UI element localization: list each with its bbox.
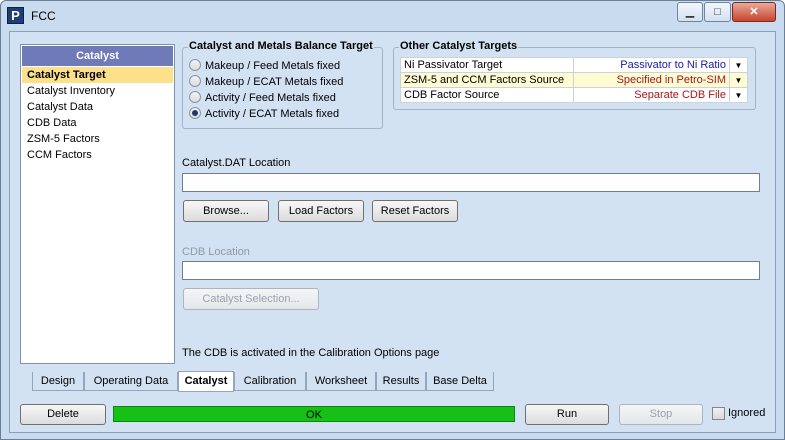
- balance-target-legend: Catalyst and Metals Balance Target: [188, 40, 374, 52]
- app-icon: P: [7, 7, 24, 24]
- other-targets-group: Other Catalyst Targets Ni Passivator Tar…: [393, 40, 756, 110]
- radio-label: Makeup / ECAT Metals fixed: [205, 76, 344, 88]
- minimize-button[interactable]: ▁: [677, 2, 703, 22]
- radio-button-icon: [189, 75, 201, 87]
- radio-activity-feed[interactable]: Activity / Feed Metals fixed: [189, 90, 336, 106]
- tab-worksheet[interactable]: Worksheet: [306, 372, 376, 391]
- catalyst-nav-panel: Catalyst Catalyst Target Catalyst Invent…: [20, 44, 175, 364]
- maximize-icon: □: [714, 6, 721, 18]
- radio-button-selected-icon: [189, 107, 201, 119]
- chevron-down-icon[interactable]: ▼: [729, 87, 748, 103]
- ignored-label: Ignored: [728, 407, 766, 419]
- nav-item-ccm-factors[interactable]: CCM Factors: [22, 147, 173, 163]
- radio-button-icon: [189, 91, 201, 103]
- radio-label: Activity / Feed Metals fixed: [205, 92, 336, 104]
- tab-design[interactable]: Design: [32, 372, 84, 391]
- tab-base-delta[interactable]: Base Delta: [426, 372, 494, 391]
- maximize-button[interactable]: □: [704, 2, 731, 22]
- nav-item-catalyst-inventory[interactable]: Catalyst Inventory: [22, 83, 173, 99]
- radio-label: Activity / ECAT Metals fixed: [205, 108, 340, 120]
- run-button[interactable]: Run: [525, 404, 609, 425]
- tab-results[interactable]: Results: [376, 372, 426, 391]
- target-label: Ni Passivator Target: [400, 57, 574, 73]
- catalyst-selection-button[interactable]: Catalyst Selection...: [183, 288, 319, 310]
- radio-label: Makeup / Feed Metals fixed: [205, 60, 341, 72]
- chevron-down-icon[interactable]: ▼: [729, 72, 748, 88]
- reset-factors-button[interactable]: Reset Factors: [372, 200, 458, 222]
- fcc-window: P FCC ▁ □ ✕ Catalyst Catalyst Target Cat…: [0, 0, 785, 440]
- status-bar: OK: [113, 406, 515, 422]
- target-row-cdb-factor: CDB Factor Source Separate CDB File ▼: [400, 87, 748, 103]
- browse-button[interactable]: Browse...: [183, 200, 269, 222]
- target-label: ZSM-5 and CCM Factors Source: [400, 72, 574, 88]
- nav-item-zsm5-factors[interactable]: ZSM-5 Factors: [22, 131, 173, 147]
- tab-calibration[interactable]: Calibration: [234, 372, 306, 391]
- target-value[interactable]: Passivator to Ni Ratio: [573, 57, 730, 73]
- cdb-location-label: CDB Location: [182, 246, 250, 258]
- ignored-checkbox[interactable]: [712, 407, 725, 420]
- nav-item-catalyst-data[interactable]: Catalyst Data: [22, 99, 173, 115]
- minimize-icon: ▁: [685, 6, 695, 18]
- target-value[interactable]: Separate CDB File: [573, 87, 730, 103]
- catalyst-dat-location-input[interactable]: [182, 173, 760, 192]
- load-factors-button[interactable]: Load Factors: [278, 200, 364, 222]
- radio-makeup-feed[interactable]: Makeup / Feed Metals fixed: [189, 58, 340, 74]
- nav-header: Catalyst: [22, 46, 173, 66]
- close-button[interactable]: ✕: [732, 2, 776, 22]
- target-value[interactable]: Specified in Petro-SIM: [573, 72, 730, 88]
- catalyst-dat-label: Catalyst.DAT Location: [182, 157, 291, 169]
- target-row-zsm5-ccm: ZSM-5 and CCM Factors Source Specified i…: [400, 72, 748, 88]
- nav-item-cdb-data[interactable]: CDB Data: [22, 115, 173, 131]
- tab-catalyst[interactable]: Catalyst: [178, 371, 234, 392]
- cdb-note: The CDB is activated in the Calibration …: [182, 347, 440, 359]
- tab-operating-data[interactable]: Operating Data: [84, 372, 178, 391]
- balance-target-group: Catalyst and Metals Balance Target Makeu…: [182, 40, 383, 129]
- window-title: FCC: [31, 9, 56, 23]
- radio-activity-ecat[interactable]: Activity / ECAT Metals fixed: [189, 106, 339, 122]
- close-icon: ✕: [749, 6, 759, 18]
- nav-item-catalyst-target[interactable]: Catalyst Target: [22, 67, 173, 83]
- cdb-location-input[interactable]: [182, 261, 760, 280]
- radio-makeup-ecat[interactable]: Makeup / ECAT Metals fixed: [189, 74, 343, 90]
- other-targets-table: Ni Passivator Target Passivator to Ni Ra…: [400, 57, 748, 103]
- other-targets-legend: Other Catalyst Targets: [399, 40, 519, 52]
- target-label: CDB Factor Source: [400, 87, 574, 103]
- chevron-down-icon[interactable]: ▼: [729, 57, 748, 73]
- stop-button[interactable]: Stop: [619, 404, 703, 425]
- target-row-ni-passivator: Ni Passivator Target Passivator to Ni Ra…: [400, 57, 748, 73]
- client-area: Catalyst Catalyst Target Catalyst Invent…: [9, 31, 776, 433]
- delete-button[interactable]: Delete: [20, 404, 106, 425]
- radio-button-icon: [189, 59, 201, 71]
- title-bar[interactable]: P FCC ▁ □ ✕: [1, 1, 784, 31]
